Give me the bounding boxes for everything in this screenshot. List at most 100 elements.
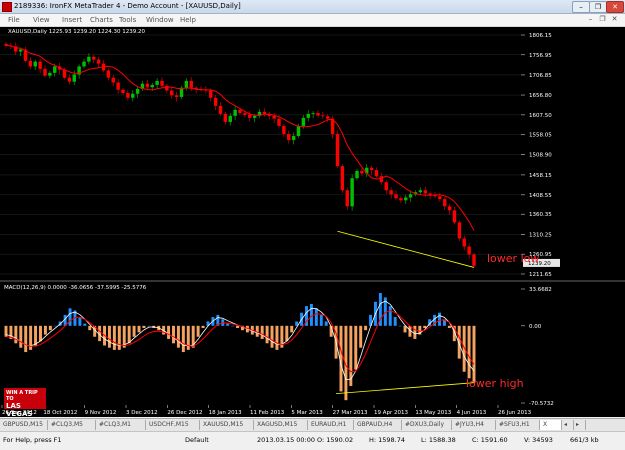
macd-histogram-bar bbox=[314, 308, 318, 326]
candle-body bbox=[165, 85, 169, 91]
macd-histogram-bar bbox=[354, 325, 358, 370]
tab-xagusd-m15[interactable]: XAGUSD,M15 bbox=[254, 420, 308, 430]
tab-xauusd-daily[interactable]: X bbox=[540, 420, 562, 430]
candle-body bbox=[272, 115, 276, 119]
lower-high-annotation: lower high bbox=[466, 377, 524, 390]
price-tick-label: 1211.65 bbox=[529, 272, 552, 278]
price-tick-label: 1360.35 bbox=[529, 212, 552, 218]
time-tick-label: 19 Apr 2013 bbox=[374, 410, 409, 416]
time-axis-ticks: 26 Sep 2012 18 Oct 2012 9 Nov 2012 3 Dec 20… bbox=[1, 405, 532, 416]
tab-jyu3-h4[interactable]: #JYU3,H4 bbox=[452, 420, 496, 430]
menu-view[interactable]: View bbox=[33, 14, 50, 26]
candle-body bbox=[335, 133, 340, 167]
price-tick-label: 1558.05 bbox=[529, 133, 552, 139]
candle-body bbox=[404, 197, 408, 201]
chart-tabs-bar: GBPUSD,M15 #CLQ3,M5 #CLQ3,M1 USDCHF,M15 … bbox=[0, 418, 625, 431]
tab-clq3-m5[interactable]: #CLQ3,M5 bbox=[48, 420, 96, 430]
macd-tick-label: -70.5732 bbox=[529, 401, 554, 407]
menu-charts[interactable]: Charts bbox=[90, 14, 113, 26]
lower-low-annotation: lower low bbox=[487, 252, 540, 265]
menu-window[interactable]: Window bbox=[146, 14, 174, 26]
tab-xauusd-m15[interactable]: XAUUSD,M15 bbox=[200, 420, 254, 430]
price-tick-label: 1656.80 bbox=[529, 93, 552, 99]
price-tick-label: 1508.90 bbox=[529, 153, 552, 159]
status-bar: For Help, press F1 Default 2013.03.15 00… bbox=[0, 431, 625, 450]
macd-histogram-bar bbox=[167, 325, 171, 339]
candle-body bbox=[184, 80, 189, 88]
tab-scroll-left-button[interactable]: ◂ bbox=[562, 420, 574, 430]
tab-usdchf-m15[interactable]: USDCHF,M15 bbox=[146, 420, 200, 430]
candle-body bbox=[121, 89, 125, 93]
price-tick-label: 1458.15 bbox=[529, 173, 552, 179]
candle-body bbox=[311, 113, 315, 114]
macd-histogram-bar bbox=[132, 325, 136, 337]
tab-gbpaud-h4[interactable]: GBPAUD,H4 bbox=[354, 420, 402, 430]
menu-insert[interactable]: Insert bbox=[62, 14, 82, 26]
candle-body bbox=[340, 166, 345, 191]
candle-body bbox=[423, 190, 427, 194]
status-profile[interactable]: Default bbox=[185, 435, 209, 445]
macd-histogram-bar bbox=[39, 325, 42, 342]
candle-body bbox=[238, 109, 242, 114]
macd-histogram-bar bbox=[413, 325, 417, 339]
candle-body bbox=[67, 77, 72, 82]
price-tick-label: 1756.95 bbox=[529, 53, 552, 59]
candle-body bbox=[394, 194, 398, 199]
menu-help[interactable]: Help bbox=[180, 14, 196, 26]
tab-gbpusd-m15[interactable]: GBPUSD,M15 bbox=[0, 420, 48, 430]
macd-histogram-bar bbox=[364, 325, 368, 331]
minimize-button[interactable]: – bbox=[572, 1, 590, 13]
candle-body bbox=[126, 92, 130, 98]
maximize-button[interactable]: ❐ bbox=[589, 1, 607, 13]
ad-banner[interactable]: WIN A TRIP TO LAS VEGAS bbox=[4, 388, 46, 418]
tab-scroll-right-button[interactable]: ▸ bbox=[574, 420, 586, 430]
candle-body bbox=[38, 61, 42, 69]
macd-histogram-bar bbox=[285, 325, 289, 342]
tab-dxu3-daily[interactable]: #DXU3,Daily bbox=[402, 420, 452, 430]
candle-body bbox=[145, 83, 150, 88]
menu-file[interactable]: File bbox=[8, 14, 20, 26]
candle-body bbox=[18, 49, 23, 52]
macd-histogram-bar bbox=[265, 325, 269, 344]
candle-body bbox=[374, 170, 379, 177]
time-tick-label: 11 Feb 2013 bbox=[250, 410, 285, 416]
candle-body bbox=[321, 115, 325, 117]
candle-body bbox=[135, 88, 140, 94]
candle-body bbox=[282, 125, 286, 134]
macd-histogram-bar bbox=[196, 325, 200, 337]
chart-close-button[interactable]: ✕ bbox=[610, 15, 619, 24]
candle-body bbox=[155, 80, 159, 85]
macd-histogram-bar bbox=[324, 321, 328, 326]
time-tick-label: 13 May 2013 bbox=[415, 410, 451, 416]
price-tick-label: 1706.85 bbox=[529, 73, 552, 79]
candle-body bbox=[92, 56, 96, 60]
macd-histogram-bar bbox=[359, 325, 363, 348]
window-title: 2189336: IronFX MetaTrader 4 - Demo Acco… bbox=[14, 2, 241, 10]
macd-histogram-bar bbox=[112, 325, 116, 350]
macd-histogram-bar bbox=[260, 325, 264, 339]
time-tick-label: 18 Jan 2013 bbox=[209, 410, 242, 416]
candle-body bbox=[43, 68, 47, 76]
close-button[interactable]: ✕ bbox=[606, 1, 624, 13]
lower-low-trendline bbox=[337, 230, 475, 268]
menu-tools[interactable]: Tools bbox=[119, 14, 136, 26]
macd-histogram-bar bbox=[117, 325, 121, 350]
tab-sfu3-h1[interactable]: #SFU3,H1 bbox=[496, 420, 540, 430]
candle-body bbox=[438, 196, 442, 200]
macd-histogram-bar bbox=[68, 308, 72, 326]
candle-body bbox=[467, 246, 471, 255]
candle-body bbox=[218, 105, 223, 114]
candle-body bbox=[389, 190, 393, 195]
macd-histogram-bar bbox=[423, 325, 427, 329]
macd-histogram-bar bbox=[137, 325, 141, 333]
macd-histogram-bar bbox=[181, 325, 185, 353]
chart-minimize-button[interactable]: – bbox=[586, 15, 595, 24]
tab-clq3-m1[interactable]: #CLQ3,M1 bbox=[96, 420, 146, 430]
candle-body bbox=[379, 176, 384, 183]
tab-euraud-h1[interactable]: EURAUD,H1 bbox=[308, 420, 354, 430]
chart-canvas[interactable]: 1806.15 1756.95 1706.85 1656.80 1607.50 1558.… bbox=[0, 27, 625, 417]
candle-body bbox=[170, 90, 174, 96]
macd-histogram-bar bbox=[231, 325, 235, 327]
chart-restore-button[interactable]: ❐ bbox=[598, 15, 607, 24]
lower-high-trendline bbox=[336, 382, 475, 395]
